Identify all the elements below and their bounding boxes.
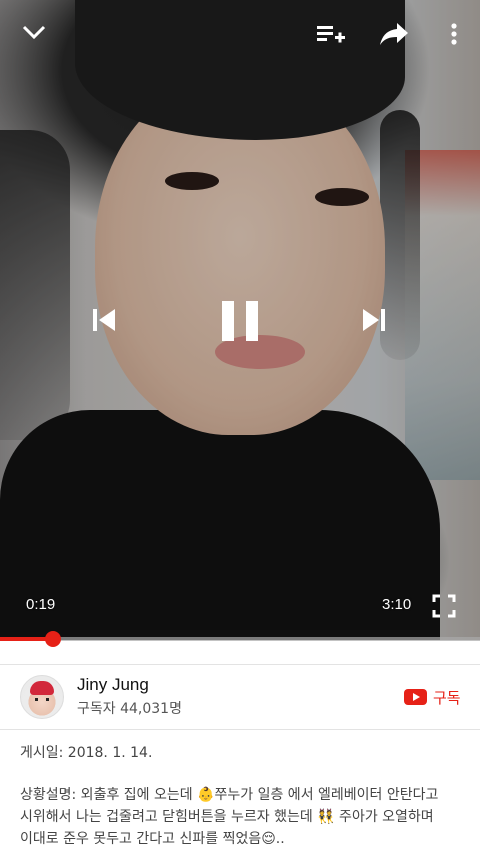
subscribe-button[interactable]: 구독: [404, 685, 461, 709]
skip-previous-icon: [93, 309, 115, 331]
subscriber-count: 구독자 44,031명: [77, 701, 182, 717]
fullscreen-icon: [432, 594, 456, 618]
avatar[interactable]: [20, 675, 64, 719]
action-row-partially-hidden: [0, 641, 480, 661]
elapsed-time: 0:19: [26, 596, 56, 613]
share-button[interactable]: [376, 18, 412, 50]
pause-button[interactable]: [210, 290, 270, 352]
video-description: 게시일: 2018. 1. 14. 상황설명: 외출후 집에 오는데 👶쭈누가 …: [20, 742, 465, 850]
chevron-down-icon: [22, 25, 46, 40]
publish-date: 게시일: 2018. 1. 14.: [20, 745, 153, 761]
next-button[interactable]: [356, 300, 392, 340]
add-to-queue-button[interactable]: [312, 20, 348, 48]
share-icon: [380, 23, 408, 45]
description-text: 상황설명: 외출후 집에 오는데 👶쭈누가 일층 에서 엘레베이터 안탄다고 시…: [20, 787, 439, 847]
youtube-logo-icon: [404, 689, 427, 705]
previous-button[interactable]: [86, 300, 122, 340]
pause-icon: [222, 301, 258, 341]
channel-row[interactable]: Jiny Jung 구독자 44,031명 구독: [0, 665, 480, 729]
add-to-queue-icon: [317, 26, 345, 43]
subscribe-label: 구독: [433, 688, 461, 707]
divider: [0, 729, 480, 730]
minimize-button[interactable]: [18, 18, 50, 46]
channel-name[interactable]: Jiny Jung: [77, 675, 149, 695]
more-vertical-icon: [451, 23, 457, 45]
more-options-button[interactable]: [440, 18, 468, 50]
video-player[interactable]: 0:19 3:10: [0, 0, 480, 640]
skip-next-icon: [363, 309, 385, 331]
total-duration: 3:10: [382, 596, 412, 613]
avatar-hat: [30, 681, 54, 695]
fullscreen-button[interactable]: [428, 590, 460, 622]
avatar-eyes: [35, 698, 49, 701]
